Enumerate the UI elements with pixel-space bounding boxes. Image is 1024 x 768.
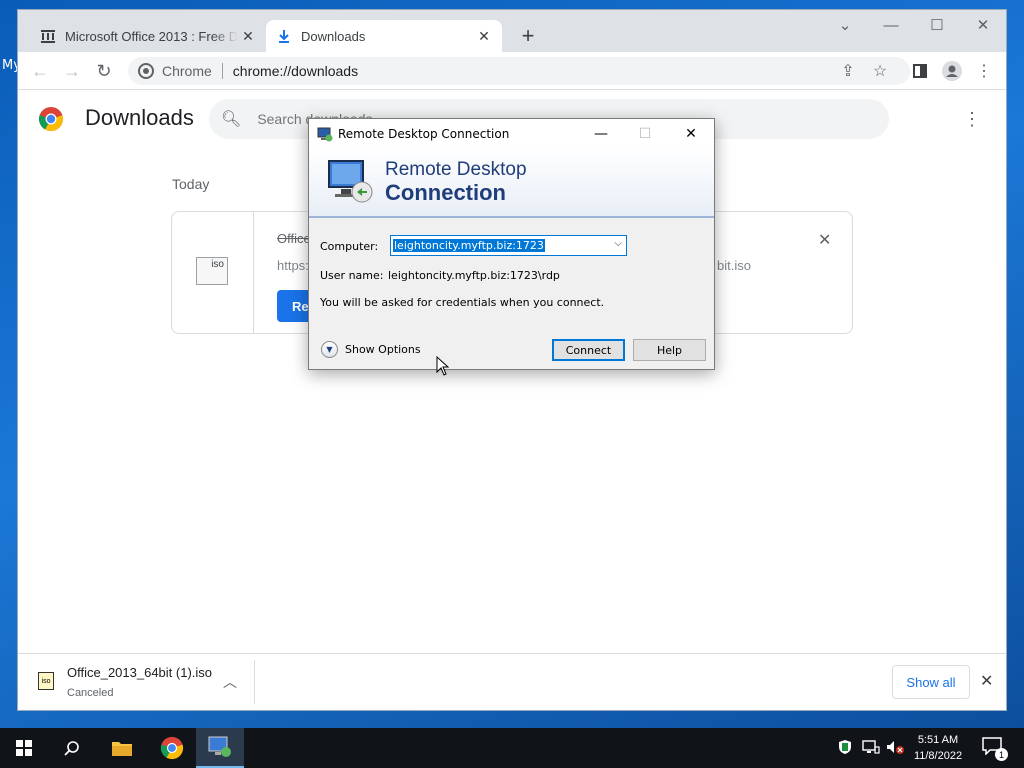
volume-muted-icon[interactable] (886, 739, 904, 758)
archive-building-icon (40, 28, 56, 44)
close-window-icon[interactable]: ✕ (960, 10, 1006, 40)
connect-button[interactable]: Connect (552, 339, 625, 361)
remote-monitor-icon (328, 160, 373, 203)
username-label: User name: (320, 269, 384, 282)
close-shelf-icon[interactable]: ✕ (980, 671, 993, 691)
username-value: leightoncity.myftp.biz:1723\rdp (388, 269, 560, 282)
help-button[interactable]: Help (633, 339, 706, 361)
close-tab-icon[interactable]: ✕ (474, 26, 494, 46)
file-explorer-icon[interactable] (98, 728, 146, 768)
chrome-icon (138, 63, 154, 79)
browser-toolbar: ← → ↻ Chrome chrome://downloads ⇪ ☆ ⋮ (18, 52, 1006, 90)
kebab-menu-icon[interactable]: ⋮ (963, 109, 981, 130)
download-url[interactable]: https: (277, 258, 309, 273)
file-icon-column: iso (172, 212, 254, 333)
chrome-taskbar-icon[interactable] (148, 728, 196, 768)
computer-input-value[interactable]: leightoncity.myftp.biz:1723 (393, 239, 545, 252)
tab-strip: Microsoft Office 2013 : Free Dow ✕ Downl… (18, 10, 1006, 52)
kebab-menu-icon[interactable]: ⋮ (973, 60, 995, 82)
tab-title: Downloads (301, 28, 366, 44)
banner-title-line2: Connection (385, 180, 506, 205)
share-icon[interactable]: ⇪ (837, 60, 859, 82)
security-shield-icon[interactable] (838, 739, 852, 758)
forward-arrow-icon[interactable]: → (60, 59, 84, 83)
rdp-dialog: Remote Desktop Connection — ☐ ✕ Remote D… (308, 118, 715, 370)
rdp-app-icon (317, 127, 333, 141)
side-panel-icon[interactable] (909, 60, 931, 82)
rdp-taskbar-icon[interactable] (196, 728, 244, 768)
tab-downloads[interactable]: Downloads ✕ (266, 20, 502, 52)
bookmark-star-icon[interactable]: ☆ (869, 60, 891, 82)
omnibox-separator (221, 63, 223, 79)
close-tab-icon[interactable]: ✕ (238, 26, 258, 46)
page-title: Downloads (85, 105, 194, 130)
chrome-logo-icon (39, 107, 63, 131)
maximize-icon[interactable]: ☐ (914, 10, 960, 40)
chevron-down-icon[interactable]: ⌵ (614, 238, 622, 249)
minimize-icon[interactable]: — (579, 119, 623, 148)
network-icon[interactable] (862, 739, 880, 758)
maximize-icon: ☐ (638, 125, 652, 142)
remove-item-icon[interactable]: ✕ (818, 230, 831, 250)
iso-file-icon: iso (38, 672, 54, 690)
credentials-message: You will be asked for credentials when y… (320, 296, 605, 309)
shelf-filename[interactable]: Office_2013_64bit (1).iso (67, 665, 212, 680)
rdp-banner: Remote Desktop Connection (309, 148, 714, 218)
tab-office-download[interactable]: Microsoft Office 2013 : Free Dow ✕ (30, 20, 266, 52)
site-info[interactable]: Chrome (128, 63, 212, 79)
banner-title-line1: Remote Desktop (385, 159, 527, 180)
expand-chevron-icon: ▼ (321, 341, 338, 358)
url-text[interactable]: chrome://downloads (233, 63, 358, 79)
download-filename[interactable]: Office (277, 231, 311, 246)
action-center-icon[interactable]: 1 (982, 737, 1008, 761)
windows-start-icon[interactable] (0, 728, 48, 768)
new-tab-button[interactable]: + (516, 23, 540, 48)
download-shelf: iso Office_2013_64bit (1).iso Canceled ︿… (18, 653, 1006, 710)
search-icon[interactable] (48, 728, 96, 768)
divider (254, 660, 255, 704)
taskbar: 5:51 AM 11/8/2022 1 (0, 728, 1024, 768)
show-all-button[interactable]: Show all (892, 665, 970, 699)
computer-combobox[interactable]: leightoncity.myftp.biz:1723 ⌵ (390, 235, 627, 256)
minimize-icon[interactable]: — (868, 10, 914, 40)
chevron-up-icon[interactable]: ︿ (223, 672, 237, 692)
profile-avatar-icon[interactable] (941, 60, 963, 82)
shelf-status: Canceled (67, 687, 114, 699)
dialog-title: Remote Desktop Connection (338, 126, 510, 141)
close-icon[interactable]: ✕ (669, 119, 713, 148)
reload-icon[interactable]: ↻ (92, 59, 116, 83)
notification-count-badge: 1 (995, 748, 1008, 761)
search-icon: 🔍︎ (221, 111, 242, 128)
system-clock[interactable]: 5:51 AM 11/8/2022 (905, 732, 971, 764)
tab-search-icon[interactable]: ⌄ (822, 10, 868, 40)
iso-file-icon: iso (196, 257, 228, 285)
show-options-label: Show Options (345, 343, 421, 356)
dialog-titlebar[interactable]: Remote Desktop Connection — ☐ ✕ (309, 119, 714, 148)
clock-time: 5:51 AM (917, 734, 959, 746)
site-label: Chrome (162, 63, 212, 79)
mouse-pointer-icon (436, 356, 450, 376)
back-arrow-icon[interactable]: ← (28, 59, 52, 83)
download-url-end: bit.iso (717, 258, 751, 273)
tab-title: Microsoft Office 2013 : Free Dow (65, 28, 238, 44)
computer-label: Computer: (320, 240, 379, 253)
show-options-toggle[interactable]: ▼ Show Options (321, 341, 421, 358)
address-bar[interactable]: Chrome chrome://downloads (128, 57, 910, 85)
clock-date: 11/8/2022 (913, 750, 963, 762)
date-section-heading: Today (172, 176, 210, 192)
download-arrow-icon (276, 28, 292, 44)
